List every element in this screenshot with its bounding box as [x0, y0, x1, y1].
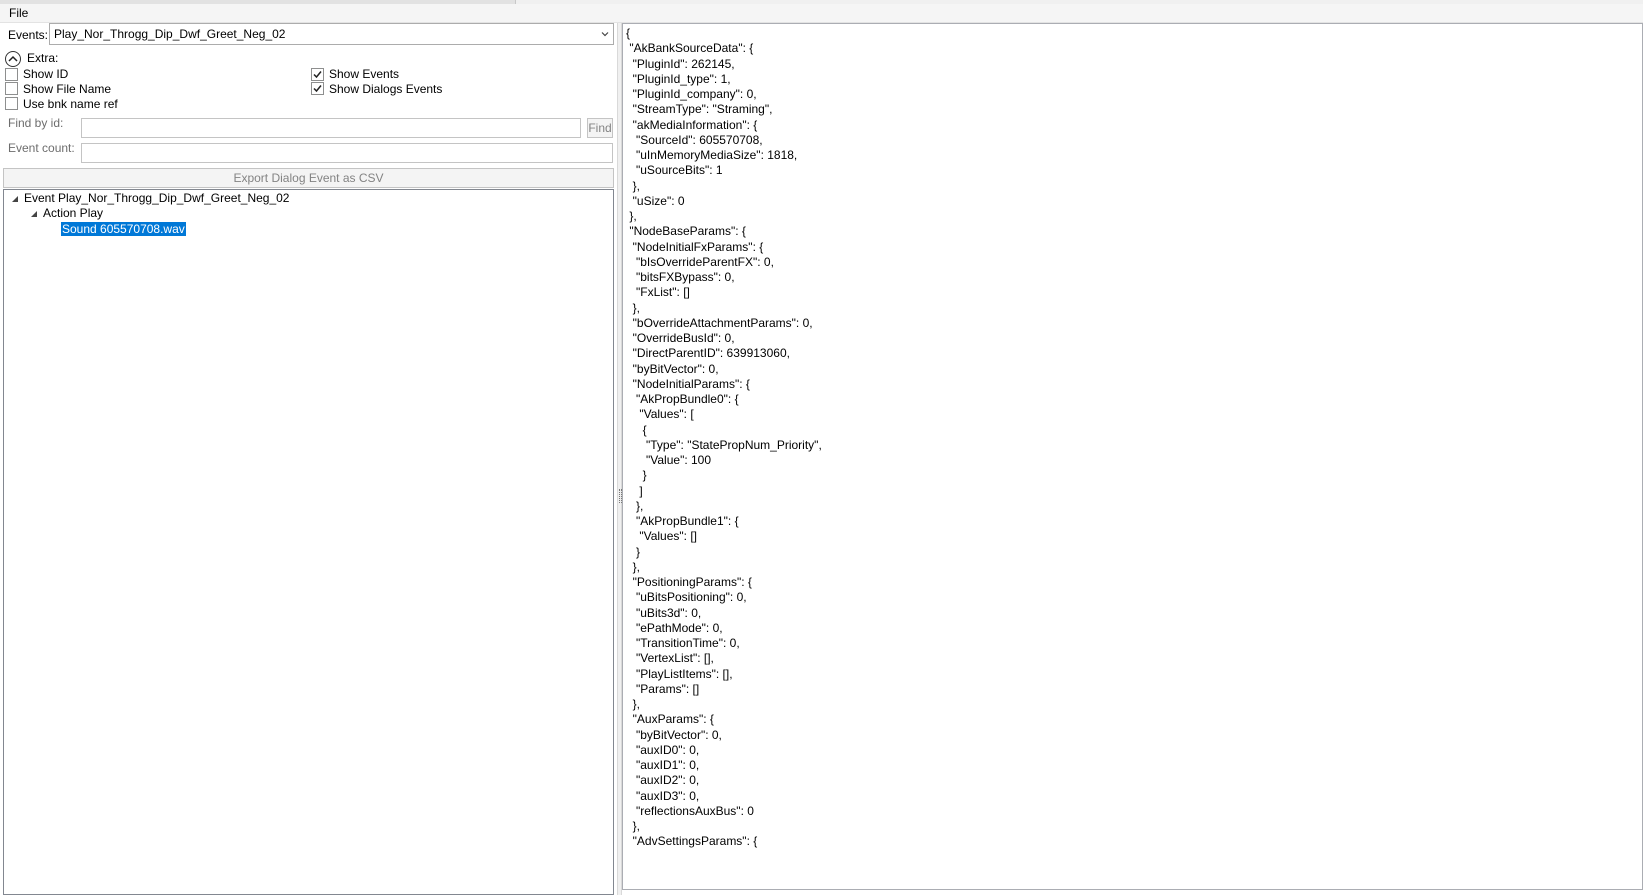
json-line: ] — [626, 483, 643, 498]
export-dialog-csv-button[interactable]: Export Dialog Event as CSV — [3, 168, 614, 188]
json-line: }, — [626, 498, 644, 513]
checkmark-icon — [313, 85, 322, 93]
show-id-checkbox[interactable] — [5, 68, 18, 81]
json-line: "ePathMode": 0, — [626, 620, 723, 635]
json-line: "akMediaInformation": { — [626, 117, 758, 132]
json-line: "NodeInitialFxParams": { — [626, 239, 764, 254]
json-viewer[interactable]: { "AkBankSourceData": { "PluginId": 2621… — [622, 23, 1643, 890]
show-dialogs-events-checkbox[interactable] — [311, 82, 324, 95]
json-line: "AkBankSourceData": { — [626, 41, 754, 56]
tree-node-sound[interactable]: Sound 605570708.wav — [61, 222, 186, 236]
json-line: }, — [626, 559, 641, 574]
event-count-label: Event count: — [8, 141, 75, 155]
json-line: "Values": [] — [626, 529, 697, 544]
find-by-id-input[interactable] — [81, 118, 581, 138]
show-events-label: Show Events — [329, 67, 400, 81]
show-events-checkbox[interactable] — [311, 68, 324, 81]
show-dialogs-events-label: Show Dialogs Events — [329, 82, 443, 96]
json-line: "auxID1": 0, — [626, 758, 700, 772]
json-line: "byBitVector": 0, — [626, 727, 722, 742]
json-line: "Params": [] — [626, 681, 700, 696]
show-file-name-checkbox[interactable] — [5, 82, 18, 95]
json-line: }, — [626, 697, 641, 711]
json-line: "Value": 100 — [626, 453, 712, 467]
json-line: "FxList": [] — [626, 285, 690, 300]
events-combobox[interactable]: Play_Nor_Throgg_Dip_Dwf_Greet_Neg_02 — [49, 23, 614, 45]
json-line: "uInMemoryMediaSize": 1818, — [626, 148, 798, 162]
json-line: "DirectParentID": 639913060, — [626, 346, 790, 361]
json-line: "StreamType": "Straming", — [626, 102, 773, 117]
json-line: "PluginId_type": 1, — [626, 71, 731, 86]
json-line: }, — [626, 819, 641, 833]
json-line: "PlayListItems": [], — [626, 666, 733, 681]
use-bnk-name-ref-checkbox[interactable] — [5, 97, 18, 110]
json-line: }, — [626, 300, 641, 315]
json-line: "AdvSettingsParams": { — [626, 834, 758, 849]
extra-label: Extra: — [27, 51, 59, 65]
json-line: "Values": [ — [626, 407, 694, 422]
json-line: "AuxParams": { — [626, 712, 714, 727]
find-by-id-label: Find by id: — [8, 116, 64, 130]
json-line: { — [626, 26, 631, 40]
json-line: "reflectionsAuxBus": 0 — [626, 803, 754, 818]
json-line: "OverrideBusId": 0, — [626, 331, 735, 345]
json-line: "bOverrideAttachmentParams": 0, — [626, 315, 813, 330]
json-line: }, — [626, 209, 637, 223]
show-id-label: Show ID — [23, 67, 69, 81]
collapse-extra-icon[interactable] — [5, 51, 21, 67]
json-line: "NodeInitialParams": { — [626, 376, 750, 391]
json-line: "TransitionTime": 0, — [626, 636, 740, 650]
use-bnk-name-ref-label: Use bnk name ref — [23, 97, 118, 111]
json-line: } — [626, 544, 641, 559]
events-label: Events: — [8, 28, 49, 42]
json-line: "bitsFXBypass": 0, — [626, 270, 735, 284]
show-file-name-label: Show File Name — [23, 82, 112, 96]
json-line: "PluginId": 262145, — [626, 56, 735, 71]
json-line: "auxID2": 0, — [626, 773, 700, 788]
find-button[interactable]: Find — [587, 118, 613, 138]
json-line: "Type": "StatePropNum_Priority", — [626, 437, 822, 452]
json-line: "SourceId": 605570708, — [626, 132, 763, 147]
menu-bar: File — [0, 4, 1643, 23]
left-panel: Events: Play_Nor_Throgg_Dip_Dwf_Greet_Ne… — [0, 23, 617, 895]
chevron-down-icon — [601, 32, 609, 37]
checkmark-icon — [313, 71, 322, 79]
json-line: }, — [626, 178, 641, 193]
json-line: "auxID0": 0, — [626, 742, 700, 757]
tree-node-event[interactable]: Event Play_Nor_Throgg_Dip_Dwf_Greet_Neg_… — [24, 191, 289, 205]
json-line: "VertexList": [], — [626, 651, 714, 666]
json-line: "PositioningParams": { — [626, 575, 752, 589]
tree-expanded-icon[interactable] — [30, 210, 38, 218]
json-line: "uBitsPositioning": 0, — [626, 590, 747, 605]
json-line: "AkPropBundle1": { — [626, 514, 739, 528]
json-line: { — [626, 422, 647, 437]
json-line: "uSourceBits": 1 — [626, 163, 723, 178]
menu-file[interactable]: File — [9, 6, 28, 20]
json-line: "PluginId_company": 0, — [626, 87, 757, 101]
json-line: "bIsOverrideParentFX": 0, — [626, 254, 774, 269]
event-count-field[interactable] — [81, 143, 613, 163]
json-line: } — [626, 468, 647, 483]
json-line: "AkPropBundle0": { — [626, 392, 739, 406]
json-line: "auxID3": 0, — [626, 788, 700, 803]
event-tree[interactable]: Event Play_Nor_Throgg_Dip_Dwf_Greet_Neg_… — [3, 189, 614, 895]
json-line: "byBitVector": 0, — [626, 361, 719, 376]
tree-expanded-icon[interactable] — [11, 195, 19, 203]
json-line: "NodeBaseParams": { — [626, 224, 746, 239]
tree-node-action[interactable]: Action Play — [43, 206, 103, 220]
json-line: "uSize": 0 — [626, 193, 685, 208]
json-line: "uBits3d": 0, — [626, 605, 702, 620]
events-selected-value: Play_Nor_Throgg_Dip_Dwf_Greet_Neg_02 — [54, 27, 286, 41]
